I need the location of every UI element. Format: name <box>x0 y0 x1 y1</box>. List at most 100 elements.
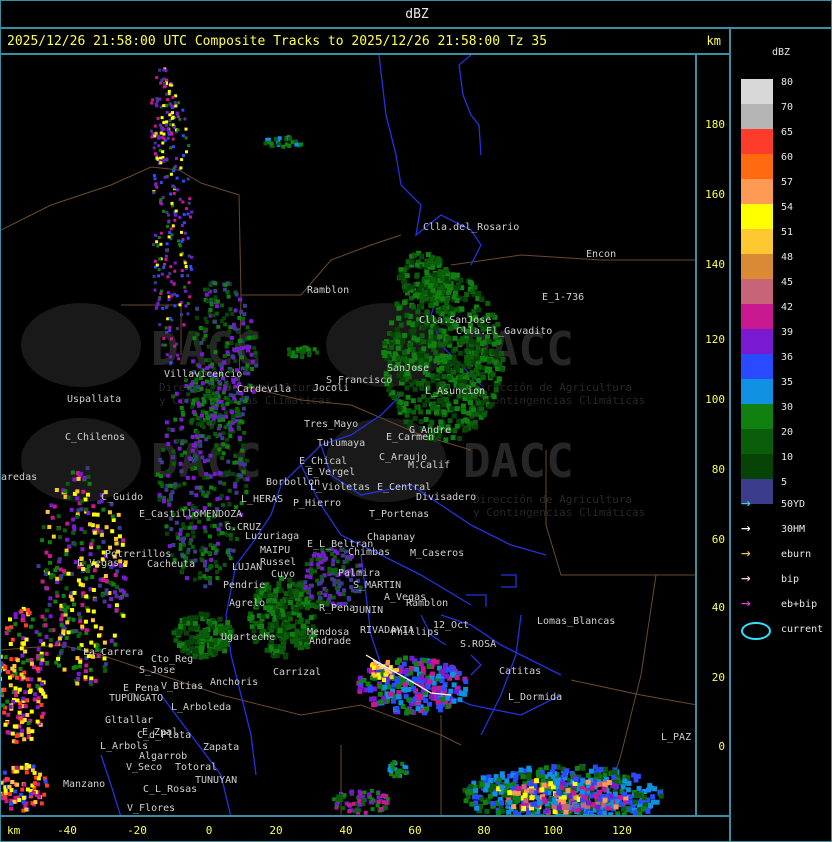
radar-echo-cell <box>392 351 398 357</box>
radar-echo-cell <box>211 385 216 390</box>
radar-echo-cell <box>1 661 3 666</box>
radar-echo-cell <box>410 322 416 328</box>
radar-echo-cell <box>299 645 305 651</box>
radar-echo-cell <box>178 624 184 630</box>
radar-echo-cell <box>159 292 163 295</box>
radar-echo-cell <box>72 590 77 595</box>
radar-echo-cell <box>225 620 231 626</box>
radar-echo-cell <box>1 780 4 785</box>
radar-echo-cell <box>33 800 38 805</box>
radar-echo-cell <box>200 381 205 386</box>
radar-echo-cell <box>206 416 210 420</box>
radar-echo-cell <box>443 397 449 402</box>
radar-echo-cell <box>386 387 392 393</box>
radar-echo-cell <box>287 136 292 141</box>
radar-echo-cell <box>75 489 80 494</box>
radar-echo-cell <box>420 666 426 672</box>
radar-echo-cell <box>217 616 223 622</box>
radar-echo-cell <box>180 410 185 415</box>
radar-echo-cell <box>213 350 218 355</box>
radar-echo-cell <box>84 507 89 512</box>
radar-echo-cell <box>182 646 188 651</box>
radar-echo-cell <box>83 675 88 680</box>
radar-echo-cell <box>484 368 490 374</box>
radar-echo-cell <box>361 797 366 802</box>
radar-echo-cell <box>92 530 97 535</box>
radar-echo-cell <box>410 304 416 310</box>
radar-echo-cell <box>215 390 220 395</box>
legend-level-label: 45 <box>781 277 794 288</box>
legend-swatch <box>741 354 773 379</box>
radar-echo-cell <box>38 639 43 644</box>
radar-echo-cell <box>186 177 190 181</box>
radar-echo-cell <box>207 393 212 398</box>
radar-echo-cell <box>318 595 322 600</box>
place-label: E_Castillo <box>139 509 199 520</box>
radar-echo-cell <box>410 398 416 404</box>
radar-echo-cell <box>438 419 444 425</box>
radar-map-canvas[interactable]: DACC Dirección de Agricultura y Continge… <box>1 55 696 816</box>
radar-echo-cell <box>216 324 221 329</box>
radar-echo-cell <box>424 309 430 315</box>
radar-echo-cell <box>273 593 279 599</box>
radar-echo-cell <box>586 800 592 806</box>
radar-echo-cell <box>277 136 282 141</box>
radar-echo-cell <box>437 334 443 340</box>
legend-level-label: 60 <box>781 152 794 163</box>
radar-echo-cell <box>469 801 475 807</box>
radar-echo-cell <box>77 612 82 617</box>
radar-echo-cell <box>266 607 272 613</box>
radar-echo-cell <box>658 793 664 799</box>
radar-echo-cell <box>283 634 289 640</box>
radar-echo-cell <box>171 455 175 460</box>
radar-echo-cell <box>123 560 128 565</box>
radar-echo-cell <box>499 800 505 806</box>
radar-echo-cell <box>410 347 416 352</box>
radar-echo-cell <box>171 145 175 149</box>
radar-echo-cell <box>6 712 11 717</box>
radar-echo-cell <box>225 550 230 555</box>
radar-echo-cell <box>31 790 36 795</box>
radar-echo-cell <box>165 353 169 357</box>
radar-echo-cell <box>169 494 173 498</box>
radar-echo-cell <box>396 657 402 663</box>
legend-level-label: 35 <box>781 377 794 388</box>
radar-echo-cell <box>287 600 293 605</box>
radar-echo-cell <box>398 322 404 328</box>
place-label: Chapanay <box>367 532 415 543</box>
radar-echo-cell <box>593 793 599 799</box>
radar-echo-cell <box>491 350 497 355</box>
radar-echo-cell <box>66 571 71 576</box>
radar-echo-cell <box>588 793 594 799</box>
radar-echo-cell <box>559 784 565 790</box>
radar-echo-cell <box>175 176 179 180</box>
radar-echo-cell <box>316 562 321 567</box>
radar-echo-cell <box>441 410 447 415</box>
radar-echo-cell <box>208 577 212 582</box>
radar-echo-cell <box>230 399 235 404</box>
radar-echo-cell <box>207 534 212 539</box>
radar-echo-cell <box>155 156 159 160</box>
radar-echo-cell <box>431 401 437 407</box>
radar-echo-cell <box>43 572 48 577</box>
radar-echo-cell <box>548 781 554 787</box>
radar-echo-cell <box>320 550 325 555</box>
radar-echo-cell <box>230 472 235 477</box>
radar-echo-cell <box>114 536 118 541</box>
radar-echo-cell <box>10 731 15 736</box>
radar-echo-cell <box>219 530 224 535</box>
radar-map[interactable]: DACC Dirección de Agricultura y Continge… <box>0 54 696 816</box>
radar-echo-cell <box>335 559 340 564</box>
radar-echo-cell <box>480 375 486 380</box>
radar-echo-cell <box>162 104 166 108</box>
radar-echo-cell <box>192 620 198 626</box>
track-arrow-icon: → <box>741 543 751 562</box>
radar-echo-cell <box>245 477 250 482</box>
radar-echo-cell <box>198 450 203 455</box>
radar-echo-cell <box>183 117 187 121</box>
radar-echo-cell <box>29 658 34 662</box>
radar-echo-cell <box>90 618 95 623</box>
radar-echo-cell <box>213 630 219 636</box>
radar-echo-cell <box>19 609 24 614</box>
radar-echo-cell <box>175 294 179 298</box>
